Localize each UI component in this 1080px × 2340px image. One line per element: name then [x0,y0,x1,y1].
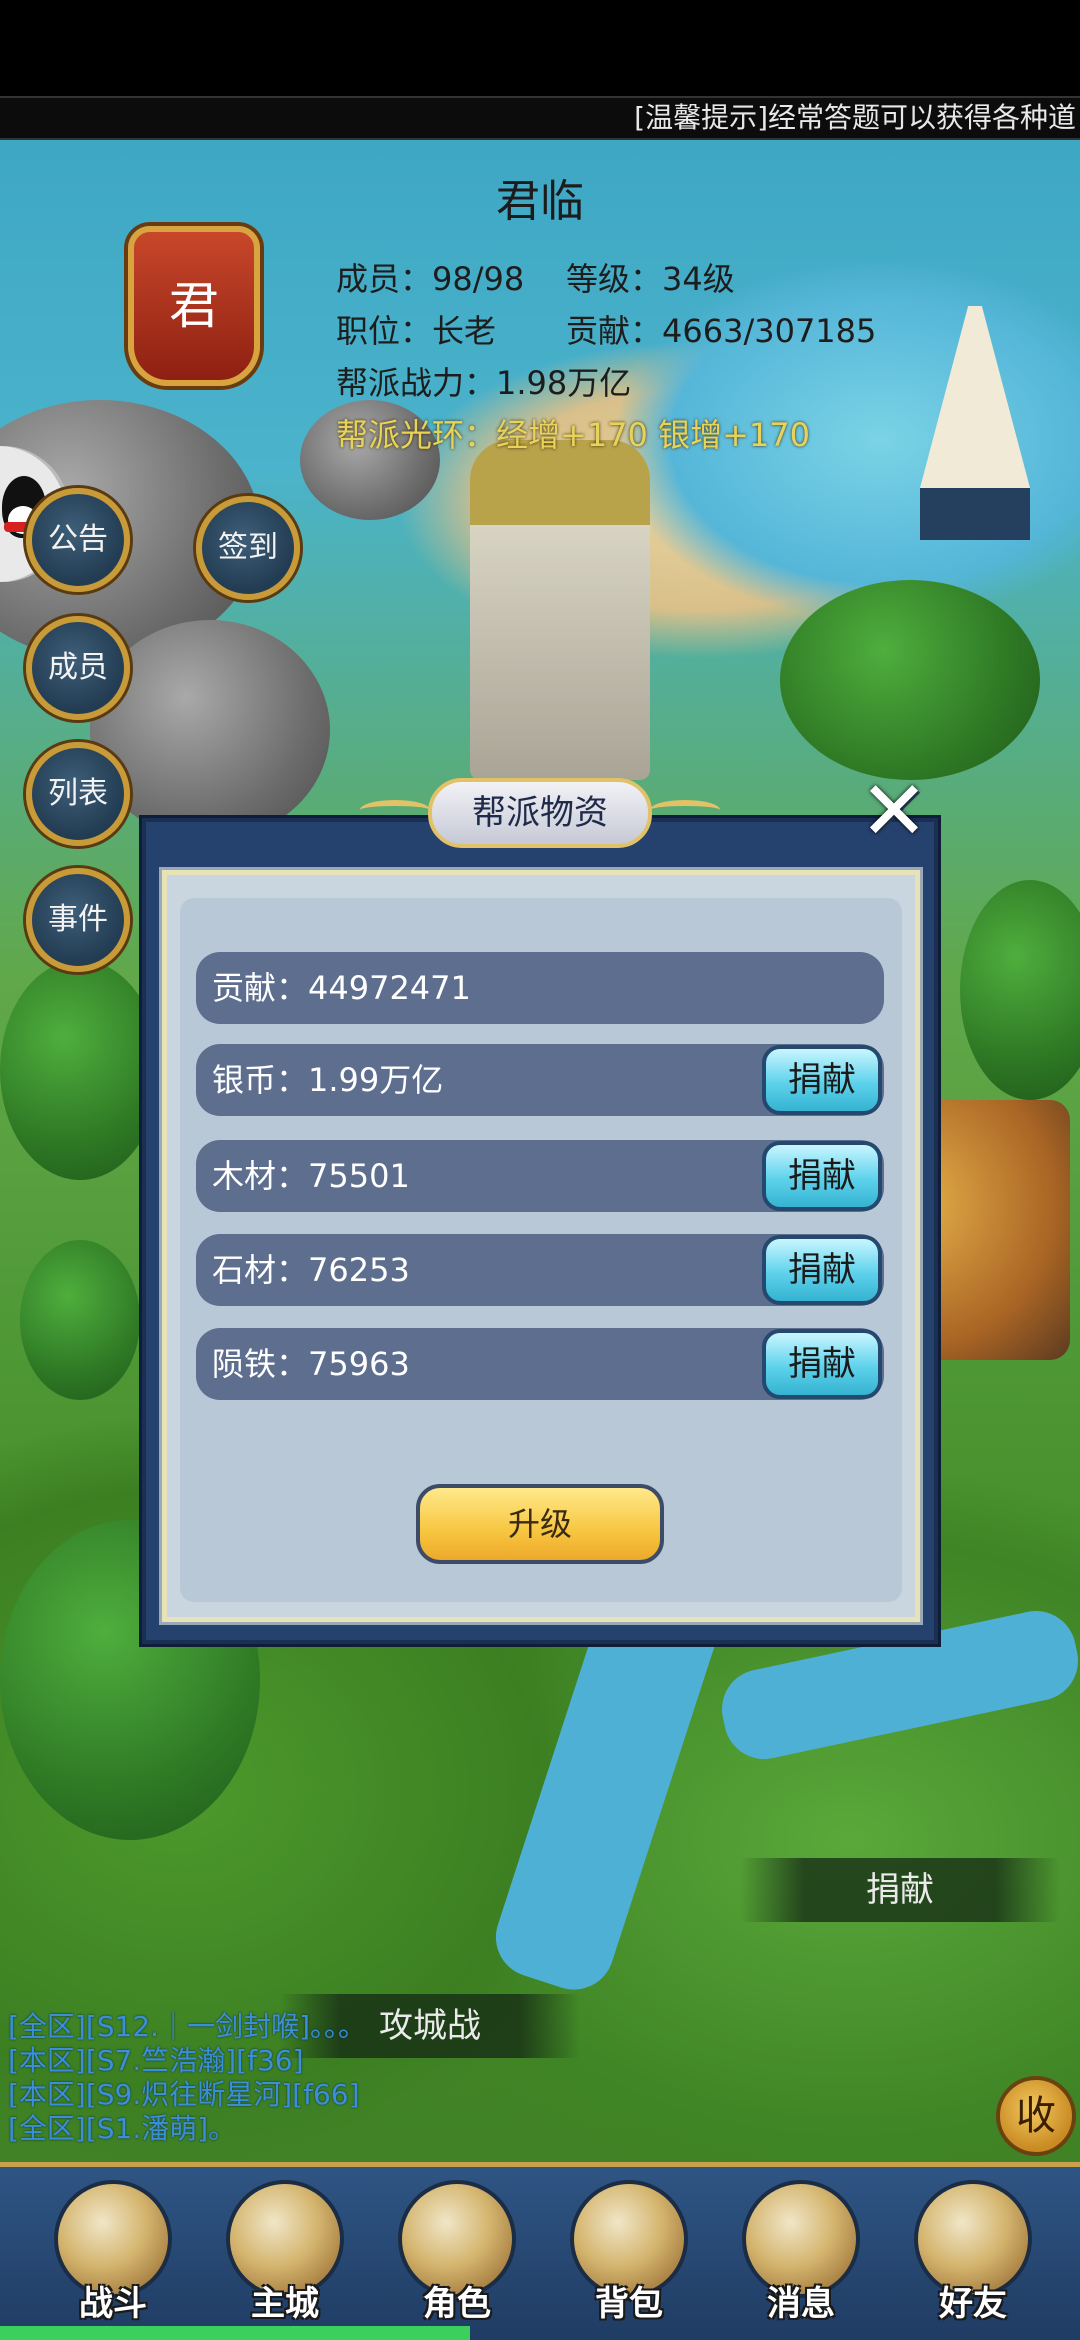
donate-building-label[interactable]: 捐献 [740,1858,1060,1922]
guild-emblem-text: 君 [169,277,219,335]
nav-label: 消息 [767,2284,835,2324]
upgrade-button[interactable]: 升级 [416,1484,664,1564]
notice-button[interactable]: 公告 [26,488,130,592]
donate-silver-button[interactable]: 捐献 [762,1045,882,1115]
loading-progress-bar [0,2326,470,2340]
title-ornament-right [650,800,720,820]
donate-wood-button[interactable]: 捐献 [762,1141,882,1211]
resource-label: 木材：75501 [212,1157,410,1195]
nav-label: 好友 [939,2284,1007,2324]
sailboat [920,280,1030,540]
guild-emblem: 君 [128,226,260,386]
nav-label: 角色 [423,2284,491,2324]
nav-friends[interactable]: 好友 [908,2180,1038,2330]
events-button[interactable]: 事件 [26,868,130,972]
nav-label: 战斗 [79,2284,147,2324]
checkin-button[interactable]: 签到 [196,496,300,600]
resource-label: 陨铁：75963 [212,1345,410,1383]
status-bar [0,0,1080,96]
guild-contribution: 贡献：4663/307185 [566,312,877,350]
nav-main-city[interactable]: 主城 [220,2180,350,2330]
chat-message: [全区][S1.潘萌]。 [8,2112,237,2145]
chat-message: [全区][S12.｜一剑封喉]。。。 [8,2010,366,2043]
donate-iron-button[interactable]: 捐献 [762,1329,882,1399]
guild-level: 等级：34级 [566,260,735,298]
guild-power: 帮派战力：1.98万亿 [336,364,632,402]
nav-label: 背包 [595,2284,663,2324]
nav-messages[interactable]: 消息 [736,2180,866,2330]
nav-backpack[interactable]: 背包 [564,2180,694,2330]
resource-label: 贡献：44972471 [212,969,471,1007]
nav-battle[interactable]: 战斗 [48,2180,178,2330]
close-icon[interactable]: ✕ [854,771,934,853]
chat-feed[interactable]: [全区][S12.｜一剑封喉]。。。 [本区][S7.竺浩瀚][f36] [本区… [8,2010,1008,2146]
announcement-marquee: [温馨提示]经常答题可以获得各种道 [0,96,1080,140]
guild-position: 职位：长老 [336,312,497,350]
nav-character[interactable]: 角色 [392,2180,522,2330]
members-button[interactable]: 成员 [26,616,130,720]
dialog-title: 帮派物资 [428,778,652,848]
collapse-chat-button[interactable]: 收 [996,2076,1076,2156]
nav-label: 主城 [251,2284,319,2324]
guild-name: 君临 [496,176,584,227]
chat-message: [本区][S7.竺浩瀚][f36] [8,2044,304,2077]
guild-aura: 帮派光环：经增+170 银增+170 [336,416,810,454]
resource-row-contribution: 贡献：44972471 [196,952,884,1024]
chat-message: [本区][S9.炽往断星河][f66] [8,2078,360,2111]
resource-label: 银币：1.99万亿 [212,1061,444,1099]
tower-building[interactable] [470,440,650,780]
title-ornament-left [360,800,430,820]
donate-stone-button[interactable]: 捐献 [762,1235,882,1305]
resource-label: 石材：76253 [212,1251,410,1289]
guild-members-count: 成员：98/98 [336,260,525,298]
list-button[interactable]: 列表 [26,742,130,846]
